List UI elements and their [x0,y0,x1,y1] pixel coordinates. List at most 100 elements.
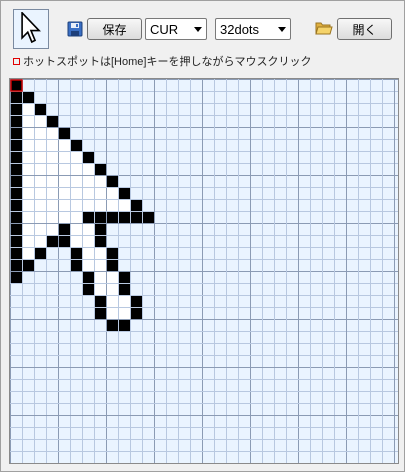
pixel-black[interactable] [58,127,70,139]
pixel-white[interactable] [22,103,34,115]
pixel-black[interactable] [118,211,130,223]
pixel-black[interactable] [130,211,142,223]
pixel-black[interactable] [10,259,22,271]
pixel-white[interactable] [34,163,46,175]
pixel-white[interactable] [58,187,70,199]
pixel-white[interactable] [46,175,58,187]
pixel-white[interactable] [94,259,106,271]
pixel-black[interactable] [10,199,22,211]
pixel-white[interactable] [46,223,58,235]
pixel-black[interactable] [10,127,22,139]
pixel-white[interactable] [82,187,94,199]
pixel-black[interactable] [10,235,22,247]
pixel-white[interactable] [22,115,34,127]
pixel-black[interactable] [70,247,82,259]
pixel-white[interactable] [22,223,34,235]
pixel-white[interactable] [82,223,94,235]
pixel-white[interactable] [70,175,82,187]
pixel-black[interactable] [106,175,118,187]
pixel-black[interactable] [118,319,130,331]
pixel-white[interactable] [82,247,94,259]
pixel-white[interactable] [22,235,34,247]
pixel-black[interactable] [130,295,142,307]
pixel-white[interactable] [46,163,58,175]
pixel-white[interactable] [34,139,46,151]
pixel-white[interactable] [70,235,82,247]
pixel-black[interactable] [94,163,106,175]
pixel-white[interactable] [46,187,58,199]
pixel-white[interactable] [22,163,34,175]
pixel-black[interactable] [106,211,118,223]
pixel-white[interactable] [94,271,106,283]
pixel-black[interactable] [106,247,118,259]
pixel-white[interactable] [46,127,58,139]
pixel-white[interactable] [106,295,118,307]
pixel-black[interactable] [10,91,22,103]
pixel-white[interactable] [34,175,46,187]
pixel-black[interactable] [70,259,82,271]
pixel-black[interactable] [10,79,22,91]
pixel-white[interactable] [34,211,46,223]
pixel-white[interactable] [82,175,94,187]
pixel-white[interactable] [22,211,34,223]
pixel-grid[interactable] [10,79,398,463]
pixel-white[interactable] [22,247,34,259]
pixel-white[interactable] [94,199,106,211]
pixel-black[interactable] [82,271,94,283]
pixel-black[interactable] [118,187,130,199]
pixel-black[interactable] [10,163,22,175]
pixel-black[interactable] [118,271,130,283]
pixel-black[interactable] [46,235,58,247]
pixel-black[interactable] [10,223,22,235]
pixel-black[interactable] [82,151,94,163]
size-select[interactable]: 32dots [215,18,291,40]
pixel-black[interactable] [10,151,22,163]
pixel-white[interactable] [58,199,70,211]
pixel-white[interactable] [70,163,82,175]
pixel-black[interactable] [82,283,94,295]
pixel-black[interactable] [10,139,22,151]
pixel-black[interactable] [34,103,46,115]
pixel-white[interactable] [34,115,46,127]
pixel-white[interactable] [82,235,94,247]
pixel-white[interactable] [46,139,58,151]
pixel-black[interactable] [10,115,22,127]
pixel-white[interactable] [106,271,118,283]
pixel-white[interactable] [106,307,118,319]
pixel-white[interactable] [94,175,106,187]
pixel-white[interactable] [34,151,46,163]
format-select[interactable]: CUR [145,18,207,40]
pixel-white[interactable] [70,211,82,223]
pixel-white[interactable] [82,199,94,211]
pixel-white[interactable] [58,163,70,175]
pixel-white[interactable] [70,199,82,211]
pixel-black[interactable] [10,187,22,199]
pixel-black[interactable] [58,235,70,247]
pixel-black[interactable] [10,103,22,115]
floppy-disk-icon[interactable] [67,21,83,37]
pixel-editor-canvas[interactable] [9,78,399,464]
pixel-black[interactable] [34,247,46,259]
pixel-white[interactable] [106,199,118,211]
pixel-white[interactable] [34,187,46,199]
pixel-white[interactable] [118,199,130,211]
pixel-white[interactable] [82,163,94,175]
pixel-white[interactable] [82,259,94,271]
pixel-white[interactable] [34,223,46,235]
pixel-white[interactable] [58,175,70,187]
pixel-black[interactable] [82,211,94,223]
pixel-black[interactable] [94,235,106,247]
pixel-white[interactable] [70,151,82,163]
pixel-black[interactable] [58,223,70,235]
pixel-white[interactable] [34,235,46,247]
pixel-white[interactable] [22,175,34,187]
pixel-white[interactable] [22,199,34,211]
pixel-black[interactable] [130,307,142,319]
pixel-black[interactable] [10,175,22,187]
pixel-black[interactable] [130,199,142,211]
pixel-black[interactable] [10,211,22,223]
pixel-white[interactable] [118,295,130,307]
pixel-white[interactable] [58,139,70,151]
pixel-black[interactable] [106,259,118,271]
open-button[interactable]: 開く [337,18,392,40]
